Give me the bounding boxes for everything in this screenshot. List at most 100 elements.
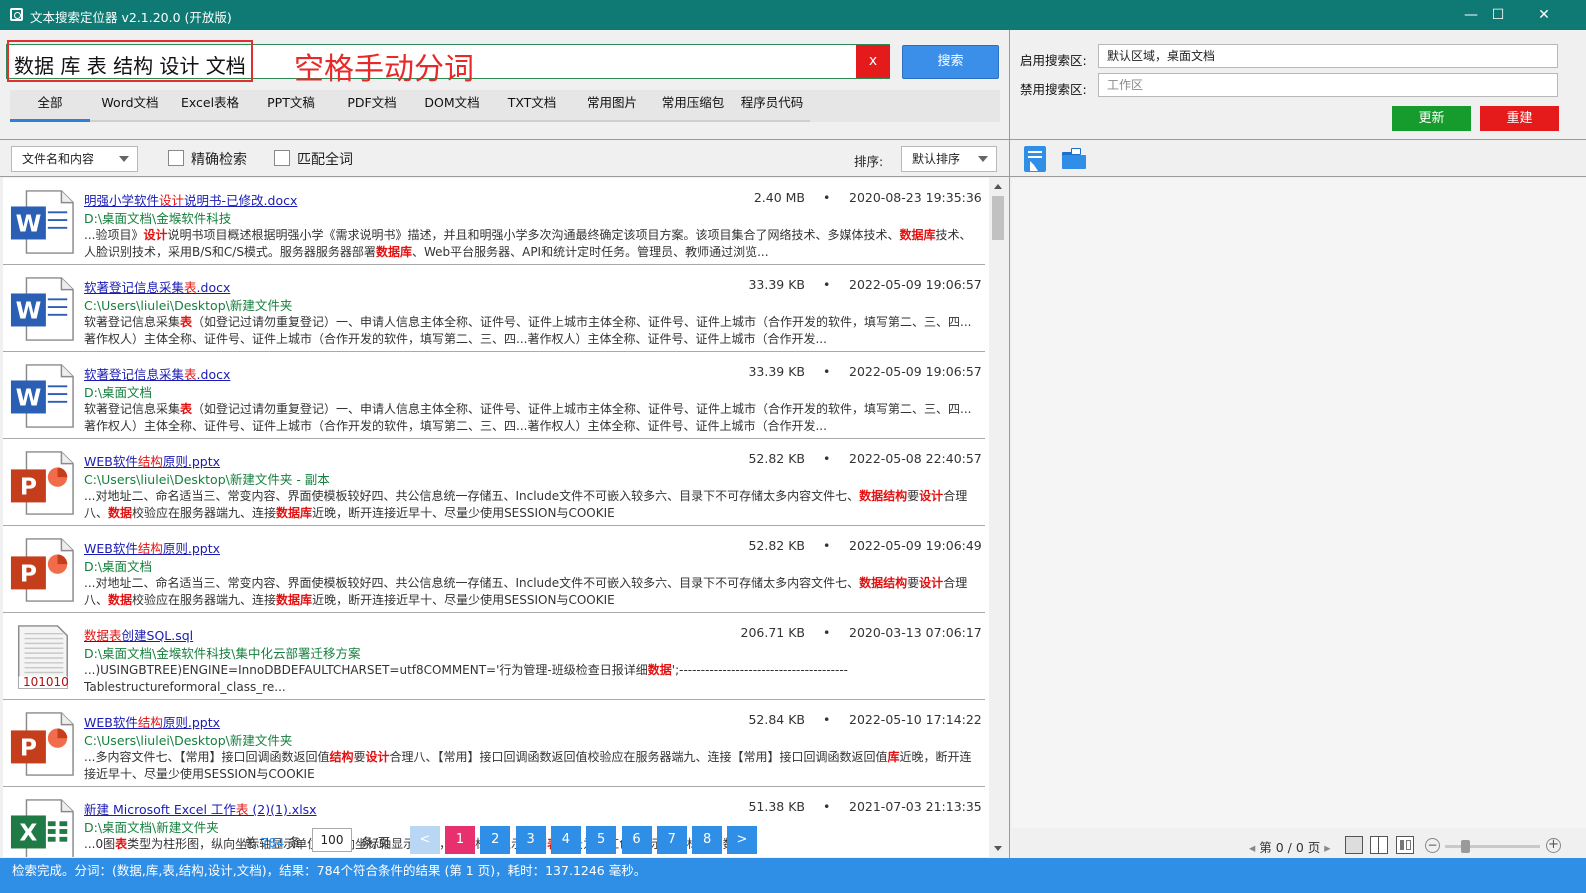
result-path[interactable]: D:\桌面文档\金堠软件科技\集中化云部署迁移方案 bbox=[84, 643, 360, 662]
two-page-view-icon[interactable] bbox=[1370, 836, 1388, 854]
exclude-area-input[interactable]: 工作区 bbox=[1098, 73, 1558, 97]
search-scope-select[interactable]: 文件名和内容 bbox=[11, 146, 138, 172]
filename-part: WEB软件 bbox=[84, 715, 138, 730]
scroll-up-icon[interactable] bbox=[994, 184, 1002, 189]
rebuild-index-button[interactable]: 重建 bbox=[1480, 106, 1559, 131]
tab-underline bbox=[572, 120, 652, 122]
page-button-7[interactable]: 7 bbox=[656, 826, 687, 854]
snippet-text: 要 bbox=[907, 489, 920, 503]
filename-hit: 结构 bbox=[137, 715, 163, 730]
locate-text-icon[interactable] bbox=[1024, 146, 1046, 172]
search-query[interactable]: 数据 库 表 结构 设计 文档 bbox=[14, 50, 246, 79]
separator-dot: • bbox=[823, 277, 831, 292]
snippet-hit: 数据库 bbox=[276, 506, 313, 520]
page-size-input[interactable]: 100 bbox=[312, 828, 352, 852]
snippet-text: ...对地址二、命名适当三、常变内容、界面使模板较好四、共公信息统一存储五、In… bbox=[84, 489, 860, 503]
result-item[interactable]: P WEB软件结构原则.pptx C:\Users\liulei\Desktop\新… bbox=[3, 439, 985, 526]
next-page-button[interactable]: > bbox=[727, 826, 757, 854]
next-preview-icon[interactable]: ▸ bbox=[1324, 840, 1330, 855]
scrollbar-thumb[interactable] bbox=[992, 196, 1004, 240]
svg-text:P: P bbox=[20, 474, 37, 501]
clear-search-button[interactable]: x bbox=[856, 45, 890, 78]
separator-dot: • bbox=[823, 190, 831, 205]
result-path[interactable]: C:\Users\liulei\Desktop\新建文件夹 bbox=[84, 295, 292, 314]
result-filename[interactable]: WEB软件结构原则.pptx bbox=[84, 712, 220, 731]
result-item[interactable]: W 软著登记信息采集表.docx C:\Users\liulei\Desktop\新… bbox=[3, 265, 985, 352]
exact-search-checkbox[interactable] bbox=[168, 150, 184, 166]
result-item[interactable]: P WEB软件结构原则.pptx D:\桌面文档 52.82 KB • 2022-05-0… bbox=[3, 526, 985, 613]
document-preview[interactable] bbox=[1012, 178, 1586, 828]
tab-2[interactable]: Excel表格 bbox=[170, 90, 250, 122]
result-item[interactable]: W 明强小学软件设计说明书-已修改.docx D:\桌面文档\金堠软件科技 2.40 … bbox=[3, 178, 985, 265]
whole-word-checkbox[interactable] bbox=[274, 150, 290, 166]
snippet-hit: 数据结构 bbox=[859, 576, 908, 590]
snippet-text: 软著登记信息采集 bbox=[84, 315, 181, 329]
zoom-in-icon[interactable]: + bbox=[1546, 838, 1561, 853]
result-filename[interactable]: WEB软件结构原则.pptx bbox=[84, 451, 220, 470]
close-button[interactable]: ✕ bbox=[1521, 0, 1567, 30]
result-path[interactable]: D:\桌面文档 bbox=[84, 556, 152, 575]
result-path[interactable]: D:\桌面文档\金堠软件科技 bbox=[84, 208, 231, 227]
result-filename[interactable]: 新建 Microsoft Excel 工作表 (2)(1).xlsx bbox=[84, 799, 317, 818]
results-scrollbar[interactable] bbox=[989, 178, 1007, 857]
result-snippet[interactable]: 软著登记信息采集表（如登记过请勿重复登记）一、申请人信息主体全称、证件号、证件上… bbox=[84, 401, 981, 435]
page-button-4[interactable]: 4 bbox=[550, 826, 581, 854]
update-index-button[interactable]: 更新 bbox=[1392, 106, 1471, 131]
result-snippet[interactable]: 软著登记信息采集表（如登记过请勿重复登记）一、申请人信息主体全称、证件号、证件上… bbox=[84, 314, 981, 348]
zoom-slider-thumb[interactable] bbox=[1460, 840, 1470, 853]
result-snippet[interactable]: ...对地址二、命名适当三、常变内容、界面使模板较好四、共公信息统一存储五、In… bbox=[84, 488, 981, 522]
page-button-1[interactable]: 1 bbox=[445, 826, 475, 854]
thumbnail-view-icon[interactable] bbox=[1396, 836, 1414, 854]
page-button-5[interactable]: 5 bbox=[586, 826, 617, 854]
result-path[interactable]: D:\桌面文档 bbox=[84, 382, 152, 401]
result-filename[interactable]: 软著登记信息采集表.docx bbox=[84, 277, 230, 296]
result-snippet[interactable]: ...验项目》设计说明书项目概述根据明强小学《需求说明书》描述，并且和明强小学多… bbox=[84, 227, 981, 261]
scroll-down-icon[interactable] bbox=[994, 846, 1002, 851]
open-folder-icon[interactable] bbox=[1062, 148, 1087, 169]
tab-4[interactable]: PDF文档 bbox=[332, 90, 412, 122]
result-snippet[interactable]: ...)USINGBTREE)ENGINE=InnoDBDEFAULTCHARS… bbox=[84, 662, 981, 696]
single-page-view-icon[interactable] bbox=[1345, 836, 1363, 854]
zoom-slider-track[interactable] bbox=[1445, 845, 1540, 848]
result-path[interactable]: C:\Users\liulei\Desktop\新建文件夹 - 副本 bbox=[84, 469, 330, 488]
result-filename[interactable]: 软著登记信息采集表.docx bbox=[84, 364, 230, 383]
prev-page-button[interactable]: < bbox=[410, 826, 440, 854]
result-item[interactable]: P WEB软件结构原则.pptx C:\Users\liulei\Desktop\新… bbox=[3, 700, 985, 787]
prev-preview-icon[interactable]: ◂ bbox=[1249, 840, 1255, 855]
search-button[interactable]: 搜索 bbox=[902, 45, 999, 79]
include-area-input[interactable]: 默认区域，桌面文档 bbox=[1098, 44, 1558, 68]
tab-6[interactable]: TXT文档 bbox=[492, 90, 572, 122]
result-date: 2022-05-09 19:06:57 bbox=[849, 277, 982, 292]
zoom-out-icon[interactable]: − bbox=[1425, 838, 1440, 853]
result-item[interactable]: W 软著登记信息采集表.docx D:\桌面文档 33.39 KB • 2022-05-0… bbox=[3, 352, 985, 439]
snippet-hit: 表 bbox=[115, 837, 128, 851]
result-filename[interactable]: WEB软件结构原则.pptx bbox=[84, 538, 220, 557]
result-path[interactable]: D:\桌面文档\新建文件夹 bbox=[84, 817, 219, 836]
svg-text:W: W bbox=[16, 385, 42, 412]
tab-8[interactable]: 常用压缩包 bbox=[652, 90, 734, 122]
sort-select[interactable]: 默认排序 bbox=[901, 146, 997, 172]
tab-underline bbox=[90, 120, 170, 122]
result-filename[interactable]: 明强小学软件设计说明书-已修改.docx bbox=[84, 190, 297, 209]
tab-0[interactable]: 全部 bbox=[10, 90, 90, 122]
tab-underline bbox=[652, 120, 734, 122]
tab-9[interactable]: 程序员代码 bbox=[734, 90, 810, 122]
maximize-button[interactable]: ☐ bbox=[1475, 0, 1521, 30]
tab-5[interactable]: DOM文档 bbox=[412, 90, 492, 122]
page-button-8[interactable]: 8 bbox=[692, 826, 723, 854]
tab-3[interactable]: PPT文稿 bbox=[250, 90, 332, 122]
result-item[interactable]: 101010 数据表创建SQL.sql D:\桌面文档\金堠软件科技\集中化云部署迁… bbox=[3, 613, 985, 700]
tab-7[interactable]: 常用图片 bbox=[572, 90, 652, 122]
snippet-hit: 库 bbox=[887, 750, 900, 764]
result-filename[interactable]: 数据表创建SQL.sql bbox=[84, 625, 193, 644]
tab-1[interactable]: Word文档 bbox=[90, 90, 170, 122]
powerpoint-icon: P bbox=[9, 710, 75, 778]
page-button-3[interactable]: 3 bbox=[515, 826, 546, 854]
page-button-2[interactable]: 2 bbox=[480, 826, 511, 854]
result-path[interactable]: C:\Users\liulei\Desktop\新建文件夹 bbox=[84, 730, 292, 749]
result-snippet[interactable]: ...对地址二、命名适当三、常变内容、界面使模板较好四、共公信息统一存储五、In… bbox=[84, 575, 981, 609]
svg-text:W: W bbox=[16, 298, 42, 325]
result-snippet[interactable]: ...多内容文件七、【常用】接口回调函数返回值结构要设计合理八、【常用】接口回调… bbox=[84, 749, 981, 783]
word-doc-icon: W bbox=[9, 275, 75, 343]
page-button-6[interactable]: 6 bbox=[621, 826, 652, 854]
